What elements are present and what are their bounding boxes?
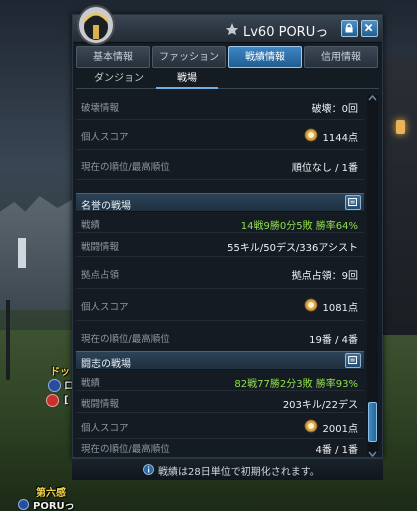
row-value: 順位なし / 1番 bbox=[291, 163, 358, 174]
detail-icon bbox=[348, 356, 357, 365]
score-medal-icon bbox=[304, 128, 318, 142]
scrollbar-thumb[interactable] bbox=[368, 402, 377, 442]
close-icon bbox=[364, 23, 373, 32]
row-label: 戦闘情報 bbox=[81, 242, 120, 253]
scrollbar-track[interactable] bbox=[367, 95, 378, 455]
subtab-battlefield[interactable]: 戦場 bbox=[156, 71, 218, 89]
row-label: 戦績 bbox=[81, 378, 101, 389]
detail-icon bbox=[348, 198, 357, 207]
subtab-dungeon[interactable]: ダンジョン bbox=[84, 71, 154, 89]
character-info-window: Lv60 PORUっ 基本情報 ファッション 戦績情報 信用情報 ダンジョン 戦… bbox=[72, 5, 383, 458]
row-value: 14戦9勝0分5敗 勝率64% bbox=[240, 221, 358, 232]
row-label: 個人スコア bbox=[81, 423, 129, 434]
lock-button[interactable] bbox=[341, 20, 358, 37]
row-label: 拠点占領 bbox=[81, 270, 120, 281]
info-footer: 戦績は28日単位で初期化されます。 bbox=[72, 458, 383, 480]
tab-battle-record[interactable]: 戦績情報 bbox=[228, 46, 302, 68]
scene-post bbox=[6, 300, 10, 380]
row-label: 現在の順位/最高順位 bbox=[81, 334, 170, 345]
info-icon bbox=[143, 464, 154, 475]
window-title: Lv60 PORUっ bbox=[243, 25, 329, 40]
list-row: 拠点占領 拠点占領：9回 bbox=[76, 257, 364, 289]
row-value: 拠点占領：9回 bbox=[291, 271, 358, 282]
row-label: 破壊情報 bbox=[81, 103, 120, 114]
row-value: 2001点 bbox=[322, 424, 358, 435]
section-title: 闘志の戦場 bbox=[81, 359, 131, 370]
section-detail-button[interactable] bbox=[345, 353, 361, 368]
window-titlebar[interactable]: Lv60 PORUっ bbox=[73, 5, 382, 45]
pvp-icon bbox=[46, 394, 59, 407]
list-row: 現在の順位/最高順位 4番 / 1番 bbox=[76, 439, 364, 455]
footer-notice: 戦績は28日単位で初期化されます。 bbox=[158, 467, 320, 478]
row-label: 戦闘情報 bbox=[81, 399, 120, 410]
list-row: 個人スコア 1144点 bbox=[76, 120, 364, 150]
list-row: 破壊情報 破壊：0回 bbox=[76, 92, 364, 120]
list-row: 個人スコア 2001点 bbox=[76, 413, 364, 439]
list-row: 戦闘情報 55キル/50デス/336アシスト bbox=[76, 233, 364, 257]
list-row: 個人スコア 1081点 bbox=[76, 289, 364, 321]
battle-record-list: 破壊情報 破壊：0回 個人スコア 1144点 現在の順位/最高順位 順位なし /… bbox=[76, 92, 364, 455]
rank-icon bbox=[226, 23, 238, 35]
row-value: 1081点 bbox=[322, 303, 358, 314]
character-avatar bbox=[77, 5, 115, 45]
scene-lamp bbox=[396, 120, 405, 134]
scene-castle-wall bbox=[0, 196, 72, 310]
row-value: 破壊：0回 bbox=[311, 104, 358, 115]
row-label: 個人スコア bbox=[81, 302, 129, 313]
section-header: 名誉の戦場 bbox=[76, 193, 364, 212]
row-value: 55キル/50デス/336アシスト bbox=[227, 243, 358, 254]
score-medal-icon bbox=[304, 298, 318, 312]
row-value: 203キル/22デス bbox=[282, 400, 358, 411]
list-row: 現在の順位/最高順位 19番 / 4番 bbox=[76, 321, 364, 353]
main-tabs: 基本情報 ファッション 戦績情報 信用情報 bbox=[76, 46, 379, 68]
tab-credit-info[interactable]: 信用情報 bbox=[304, 46, 378, 68]
scene-nameplate: [ bbox=[64, 395, 69, 406]
section-title: 名誉の戦場 bbox=[81, 201, 131, 212]
tab-fashion[interactable]: ファッション bbox=[152, 46, 226, 68]
scroll-up-icon[interactable] bbox=[367, 93, 378, 103]
score-medal-icon bbox=[304, 419, 318, 433]
close-button[interactable] bbox=[361, 20, 378, 37]
row-label: 現在の順位/最高順位 bbox=[81, 162, 170, 173]
row-value: 19番 / 4番 bbox=[309, 335, 358, 346]
section-detail-button[interactable] bbox=[345, 195, 361, 210]
scene-tower bbox=[382, 55, 417, 335]
list-row: 戦績 14戦9勝0分5敗 勝率64% bbox=[76, 213, 364, 233]
row-label: 戦績 bbox=[81, 220, 101, 231]
lock-icon bbox=[345, 23, 353, 33]
row-value: 1144点 bbox=[322, 133, 358, 144]
scene-nameplate: ドッ bbox=[50, 367, 70, 378]
tab-basic-info[interactable]: 基本情報 bbox=[76, 46, 150, 68]
scene-banner bbox=[18, 238, 26, 268]
row-label: 個人スコア bbox=[81, 132, 129, 143]
list-row: 戦闘情報 203キル/22デス bbox=[76, 391, 364, 413]
player-name: PORUっ bbox=[33, 501, 75, 511]
row-value: 82戦77勝2分3敗 勝率93% bbox=[234, 379, 358, 390]
sub-tabs: ダンジョン 戦場 bbox=[76, 71, 379, 89]
row-value: 4番 / 1番 bbox=[315, 445, 358, 455]
section-header: 闘志の戦場 bbox=[76, 351, 364, 370]
list-row: 現在の順位/最高順位 順位なし / 1番 bbox=[76, 150, 364, 180]
faction-icon bbox=[18, 499, 29, 510]
faction-icon bbox=[48, 379, 61, 392]
row-label: 現在の順位/最高順位 bbox=[81, 444, 170, 455]
list-row: 戦績 82戦77勝2分3敗 勝率93% bbox=[76, 371, 364, 391]
